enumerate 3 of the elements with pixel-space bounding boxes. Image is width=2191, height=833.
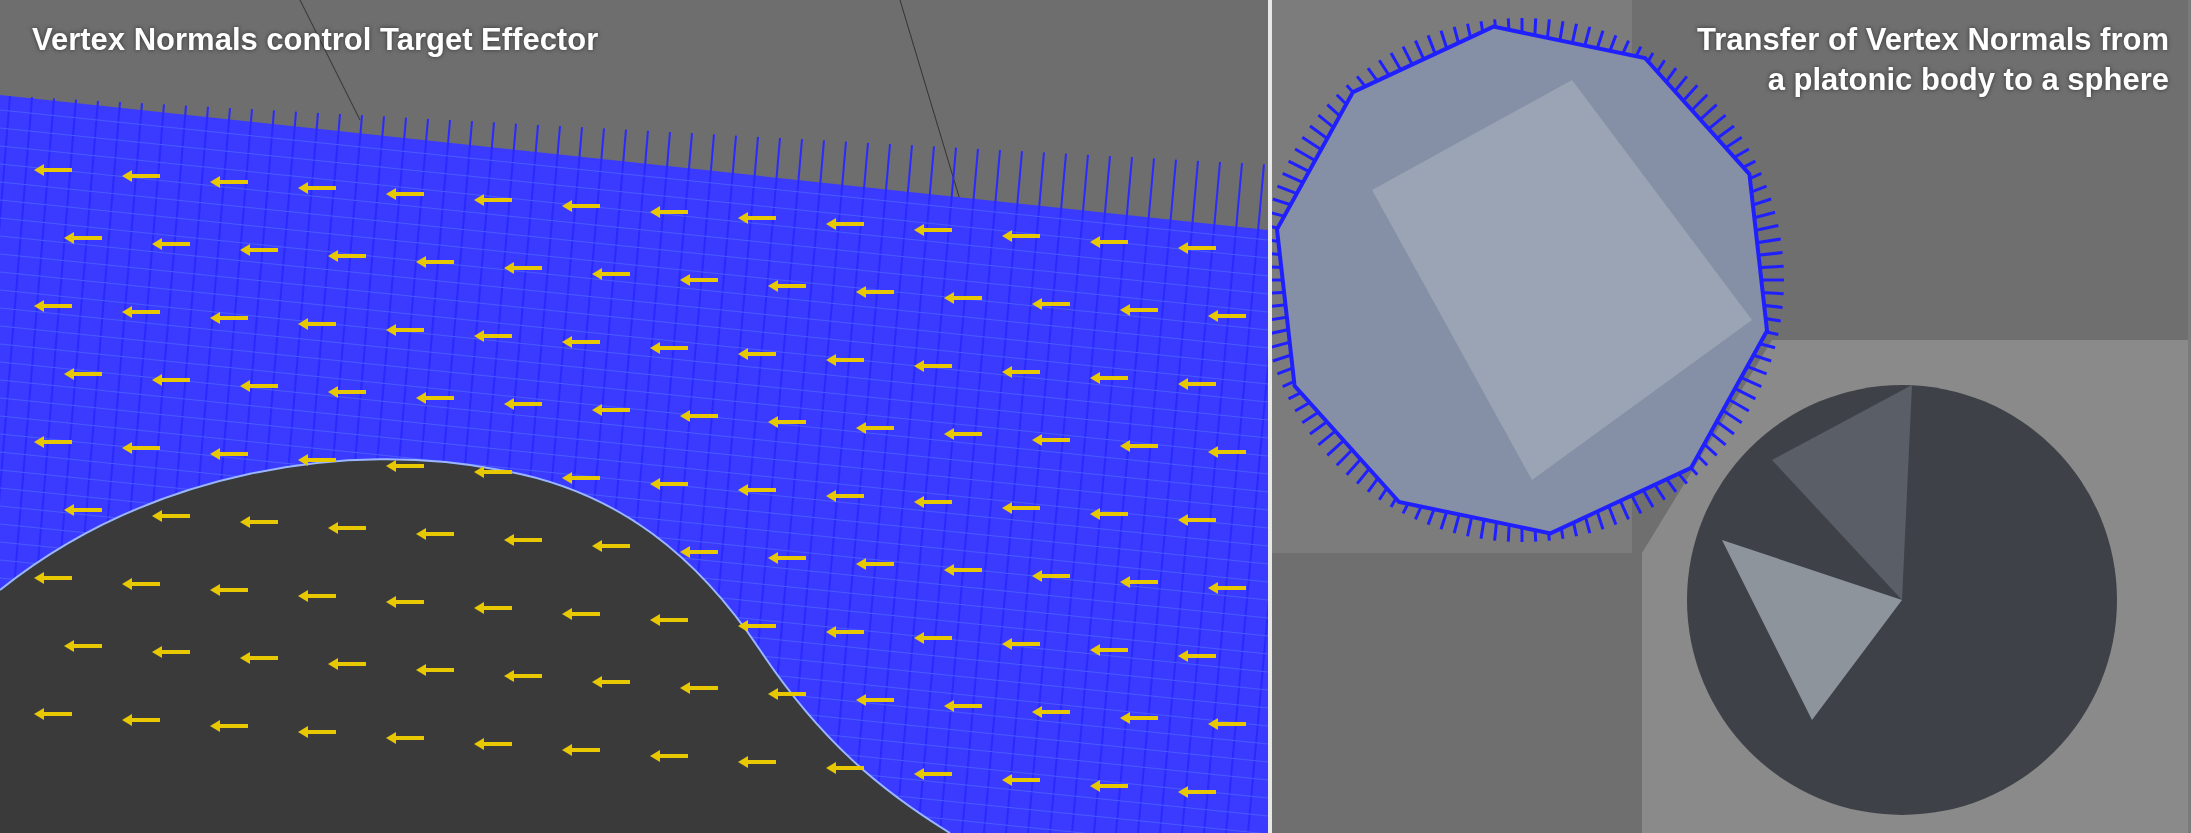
caption-text: a platonic body to a sphere <box>1766 62 2169 98</box>
caption-text: Transfer of Vertex Normals from <box>1696 22 2169 58</box>
caption-text: Vertex Normals control Target Effector <box>32 22 599 58</box>
